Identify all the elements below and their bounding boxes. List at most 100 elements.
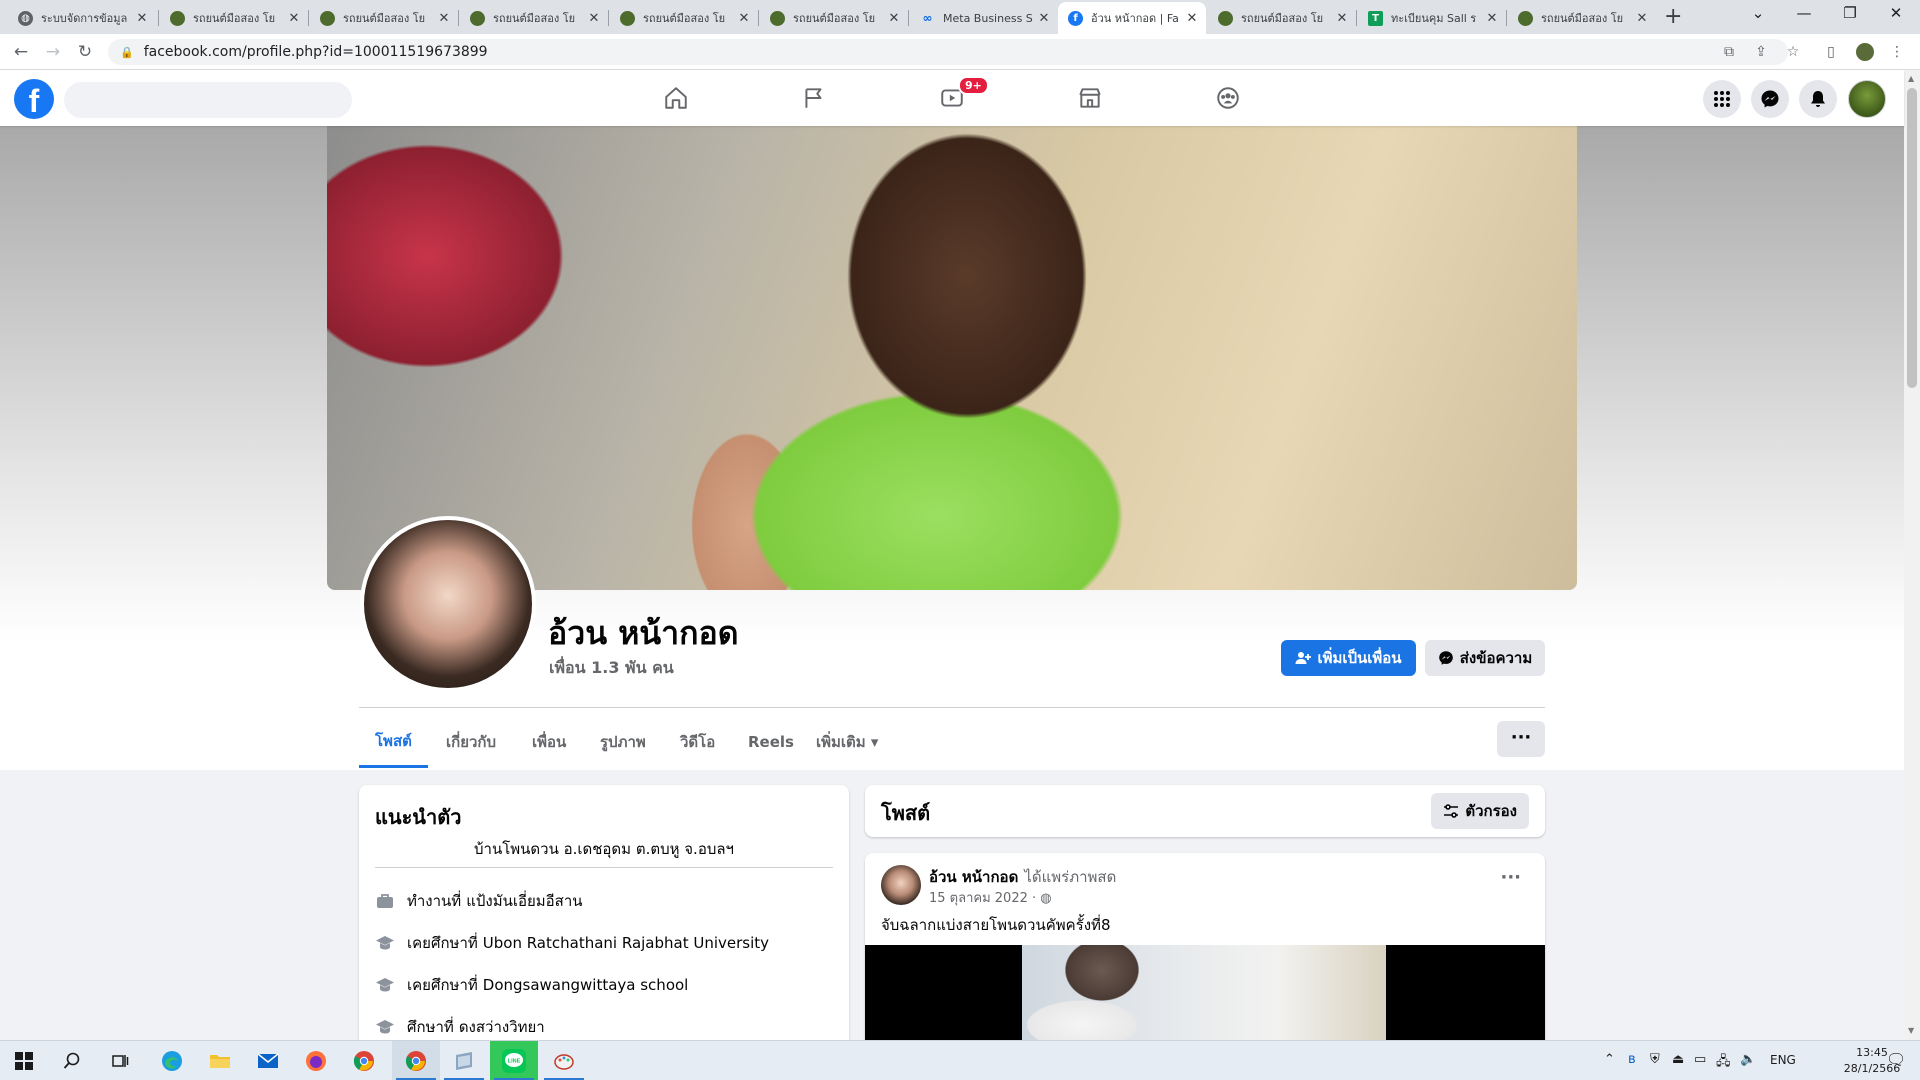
lock-icon[interactable]: 🔒 — [120, 46, 134, 59]
menu-button[interactable] — [1703, 80, 1741, 118]
profile-more-options-button[interactable]: ··· — [1497, 721, 1545, 757]
tab-about[interactable]: เกี่ยวกับ — [430, 716, 512, 768]
tab-more[interactable]: เพิ่มเติม ▾ — [800, 716, 894, 768]
facebook-logo[interactable]: f — [14, 79, 54, 119]
taskbar-line-app[interactable]: LINE — [490, 1041, 538, 1080]
close-icon[interactable]: ✕ — [286, 11, 302, 26]
close-icon[interactable]: ✕ — [1184, 11, 1200, 26]
scroll-up-arrow-icon[interactable]: ▲ — [1908, 74, 1914, 83]
taskbar-edge-app[interactable] — [148, 1041, 196, 1080]
browser-tab[interactable]: รถยนต์มือสอง โย ✕ — [1508, 2, 1656, 34]
display-icon[interactable]: ▭ — [1694, 1052, 1706, 1067]
input-language-indicator[interactable]: ENG — [1770, 1053, 1796, 1067]
intro-item-value[interactable]: แป้งมันเอี่ยมอีสาน — [466, 889, 582, 913]
tab-reels[interactable]: Reels — [732, 716, 810, 768]
nav-pages-tab[interactable] — [758, 78, 870, 118]
reload-button[interactable]: ↻ — [74, 41, 96, 63]
account-avatar[interactable] — [1848, 80, 1886, 118]
close-icon[interactable]: ✕ — [1334, 11, 1350, 26]
chrome-profile-avatar[interactable] — [1856, 43, 1874, 61]
side-panel-icon[interactable]: ▯ — [1822, 43, 1840, 61]
security-shield-icon[interactable]: ⛨ — [1650, 1052, 1660, 1067]
show-hidden-icons-chevron-icon[interactable]: ⌃ — [1604, 1052, 1615, 1067]
speaker-muted-icon[interactable]: 🔈 — [1740, 1052, 1756, 1067]
scrollbar-thumb[interactable] — [1907, 88, 1917, 388]
browser-tab[interactable]: รถยนต์มือสอง โย ✕ — [460, 2, 608, 34]
intro-item-value[interactable]: Dongsawangwittaya school — [483, 976, 689, 994]
taskbar-search-button[interactable] — [48, 1041, 96, 1080]
facebook-search-input[interactable] — [64, 82, 352, 118]
bluetooth-icon[interactable]: ʙ — [1628, 1052, 1636, 1067]
post-video[interactable] — [865, 945, 1545, 1040]
task-view-button[interactable] — [96, 1041, 144, 1080]
post-author-avatar[interactable] — [881, 865, 921, 905]
taskbar-chrome-app[interactable] — [340, 1041, 388, 1080]
browser-tab-active[interactable]: f อ้วน หน้ากอด | Fa ✕ — [1058, 2, 1206, 34]
browser-tab[interactable]: รถยนต์มือสอง โย ✕ — [610, 2, 758, 34]
cover-photo[interactable] — [327, 126, 1577, 590]
translate-icon[interactable]: ⧉ — [1720, 43, 1738, 61]
nav-marketplace-tab[interactable] — [1034, 78, 1146, 118]
bookmark-star-icon[interactable]: ☆ — [1784, 43, 1802, 61]
close-icon[interactable]: ✕ — [134, 11, 150, 26]
intro-item-prefix: ทำงานที่ — [407, 892, 462, 910]
close-icon[interactable]: ✕ — [1036, 11, 1052, 26]
send-message-button[interactable]: ส่งข้อความ — [1425, 640, 1545, 676]
window-close-button[interactable]: ✕ — [1874, 4, 1918, 22]
back-button[interactable]: ← — [10, 41, 32, 63]
close-icon[interactable]: ✕ — [736, 11, 752, 26]
minimize-button[interactable]: — — [1782, 4, 1826, 22]
start-button[interactable] — [0, 1041, 48, 1080]
close-icon[interactable]: ✕ — [1634, 11, 1650, 26]
close-icon[interactable]: ✕ — [586, 11, 602, 26]
tab-photos[interactable]: รูปภาพ — [584, 716, 662, 768]
browser-tab[interactable]: T ทะเบียนคุม Sall ร ✕ — [1358, 2, 1506, 34]
network-icon[interactable]: 🖧 — [1716, 1052, 1731, 1074]
taskbar-firefox-app[interactable] — [292, 1041, 340, 1080]
chrome-menu-icon[interactable]: ⋮ — [1888, 43, 1906, 61]
page-scrollbar[interactable]: ▲ ▼ — [1904, 70, 1920, 1040]
browser-tab[interactable]: รถยนต์มือสอง โย ✕ — [1208, 2, 1356, 34]
profile-picture[interactable] — [360, 516, 536, 692]
address-bar[interactable]: 🔒 facebook.com/profile.php?id=1000115196… — [108, 39, 1788, 65]
browser-tab[interactable]: รถยนต์มือสอง โย ✕ — [160, 2, 308, 34]
intro-education-item: เคยศึกษาที่ Dongsawangwittaya school — [375, 973, 688, 997]
close-icon[interactable]: ✕ — [1484, 11, 1500, 26]
tab-friends[interactable]: เพื่อน — [516, 716, 582, 768]
tab-divider — [308, 10, 309, 26]
close-icon[interactable]: ✕ — [886, 11, 902, 26]
taskbar-paint-app[interactable] — [540, 1041, 588, 1080]
forward-button[interactable]: → — [42, 41, 64, 63]
share-icon[interactable]: ⇪ — [1752, 43, 1770, 61]
post-author-name[interactable]: อ้วน หน้ากอด — [929, 868, 1018, 886]
browser-tab[interactable]: ∞ Meta Business S ✕ — [910, 2, 1058, 34]
browser-tab[interactable]: รถยนต์มือสอง โย ✕ — [760, 2, 908, 34]
post-options-button[interactable]: ··· — [1500, 867, 1521, 888]
nav-groups-tab[interactable] — [1172, 78, 1284, 118]
scroll-down-arrow-icon[interactable]: ▼ — [1908, 1026, 1914, 1035]
action-center-notification-icon[interactable]: 🗨 — [1886, 1050, 1906, 1069]
messenger-button[interactable] — [1751, 80, 1789, 118]
tab-videos[interactable]: วิดีโอ — [664, 716, 731, 768]
browser-tab[interactable]: ◍ ระบบจัดการข้อมูล ✕ — [8, 2, 156, 34]
post-date[interactable]: 15 ตุลาคม 2022 · — [929, 891, 1040, 906]
notifications-button[interactable] — [1799, 80, 1837, 118]
restore-button[interactable]: ❐ — [1828, 4, 1872, 22]
add-friend-button[interactable]: เพิ่มเป็นเพื่อน — [1281, 640, 1416, 676]
taskbar-window-app[interactable] — [440, 1041, 488, 1080]
tab-search-chevron-icon[interactable]: ⌄ — [1736, 4, 1780, 22]
filter-button[interactable]: ตัวกรอง — [1431, 793, 1529, 829]
friend-count[interactable]: เพื่อน 1.3 พัน คน — [549, 656, 674, 681]
browser-tab[interactable]: รถยนต์มือสอง โย ✕ — [310, 2, 458, 34]
taskbar-file-explorer-app[interactable] — [196, 1041, 244, 1080]
usb-device-icon[interactable]: ⏏ — [1672, 1052, 1684, 1067]
nav-home-tab[interactable] — [620, 78, 732, 118]
nav-watch-tab[interactable]: 9+ — [896, 76, 1008, 118]
intro-item-value[interactable]: ดงสว่างวิทยา — [459, 1015, 545, 1039]
tab-posts[interactable]: โพสต์ — [359, 716, 428, 768]
taskbar-mail-app[interactable] — [244, 1041, 292, 1080]
intro-item-value[interactable]: Ubon Ratchathani Rajabhat University — [483, 934, 769, 952]
taskbar-chrome-profile-app[interactable] — [392, 1041, 440, 1080]
new-tab-button[interactable]: + — [1664, 4, 1682, 29]
close-icon[interactable]: ✕ — [436, 11, 452, 26]
